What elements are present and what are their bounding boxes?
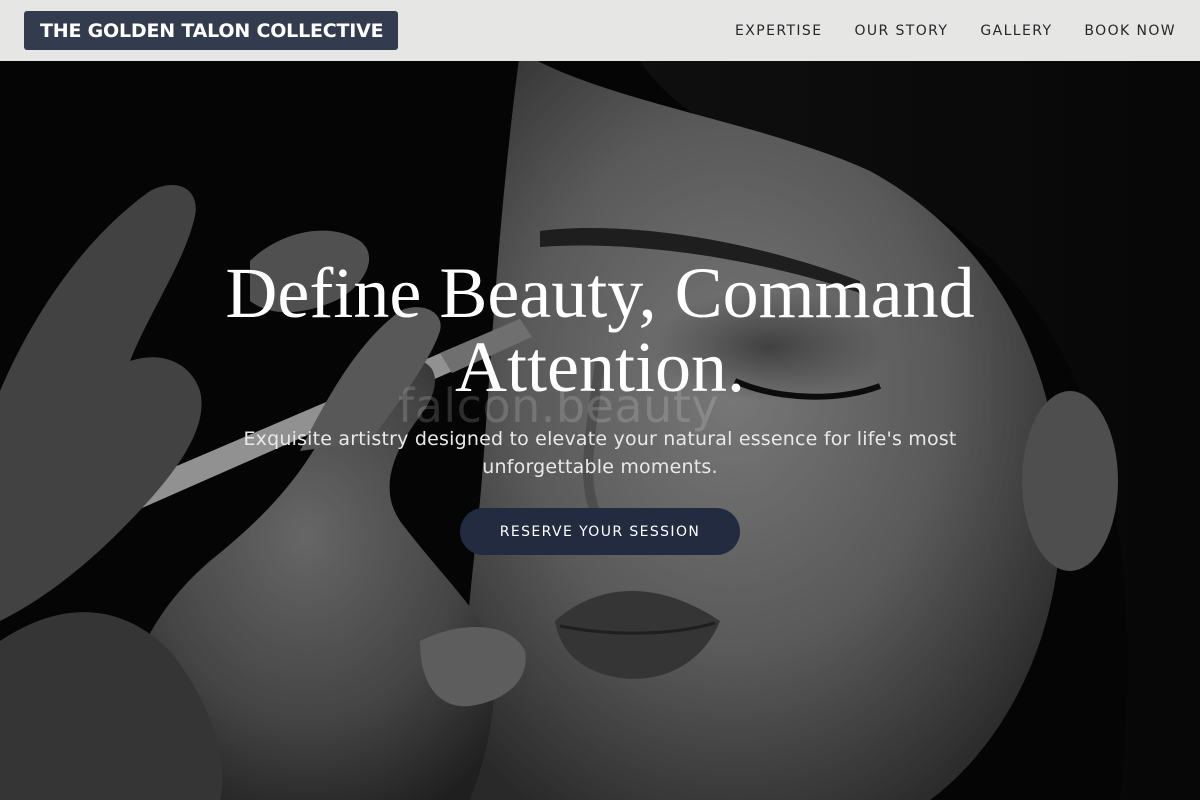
nav-link-our-story[interactable]: OUR STORY: [854, 23, 948, 39]
hero-section: falcon.beauty Define Beauty, Command Att…: [0, 61, 1200, 800]
hero-title-line-1: Define Beauty, Command: [225, 253, 975, 333]
nav-link-book-now[interactable]: BOOK NOW: [1084, 23, 1176, 39]
hero-title: Define Beauty, Command Attention.: [0, 256, 1200, 404]
reserve-session-button[interactable]: RESERVE YOUR SESSION: [460, 508, 740, 555]
main-nav: EXPERTISE OUR STORY GALLERY BOOK NOW: [735, 23, 1176, 39]
nav-link-gallery[interactable]: GALLERY: [980, 23, 1052, 39]
brand-logo[interactable]: THE GOLDEN TALON COLLECTIVE: [24, 11, 399, 50]
hero-subtitle-line-1: Exquisite artistry designed to elevate y…: [243, 428, 957, 450]
nav-link-expertise[interactable]: EXPERTISE: [735, 23, 822, 39]
hero-title-line-2: Attention.: [455, 327, 745, 407]
site-header: THE GOLDEN TALON COLLECTIVE EXPERTISE OU…: [0, 0, 1200, 61]
hero-subtitle: Exquisite artistry designed to elevate y…: [200, 425, 1000, 481]
hero-subtitle-line-2: unforgettable moments.: [482, 456, 718, 478]
